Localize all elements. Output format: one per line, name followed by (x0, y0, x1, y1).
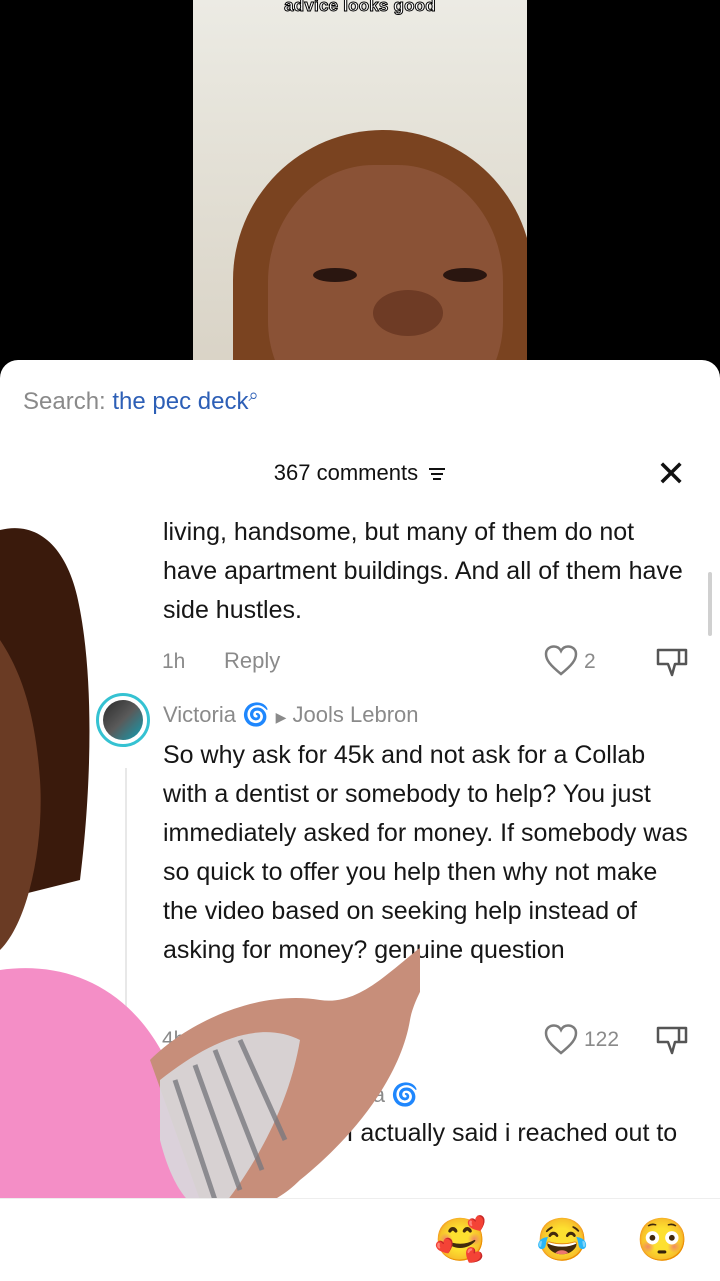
comments-count: 367 comments (273, 460, 419, 485)
video-frame: advice looks good (193, 0, 527, 370)
search-prefix: Search: (23, 388, 106, 415)
comment-author[interactable]: Jools Lebron (163, 1082, 289, 1107)
reply-arrow-icon: ▶ (275, 709, 287, 725)
video-player[interactable]: advice looks good (0, 0, 720, 370)
emoji-reaction-bar: 🥰 😂 😳 (0, 1198, 720, 1281)
comments-count-header[interactable]: 367 comments (0, 460, 720, 486)
emoji-button[interactable]: 🥰 (434, 1217, 486, 1263)
emoji-button[interactable]: 😂 (536, 1217, 588, 1263)
scrollbar[interactable] (708, 572, 712, 636)
close-icon[interactable]: ✕ (656, 456, 686, 492)
video-person-nose (373, 290, 443, 336)
video-person-eye (313, 268, 357, 282)
dislike-icon[interactable] (655, 1024, 689, 1056)
swirl-badge-icon: 🌀 (242, 702, 270, 727)
heart-icon[interactable] (544, 645, 578, 677)
comment-author[interactable]: Victoria (163, 702, 236, 727)
video-person-eye (443, 268, 487, 282)
search-term[interactable]: the pec deck (112, 388, 248, 415)
thread-line (125, 768, 127, 1068)
reply-to-name[interactable]: Victoria (312, 1082, 385, 1107)
heart-icon[interactable] (544, 1024, 578, 1056)
sort-icon[interactable] (428, 466, 446, 482)
comment-time: 1h (162, 650, 186, 673)
avatar[interactable] (96, 693, 150, 747)
comment-time: 4h (162, 1028, 186, 1051)
reply-arrow-icon: ▶ (295, 1089, 306, 1105)
reply-button[interactable]: Reply (224, 1026, 280, 1052)
comment-text: So why ask for 45k and not ask for a Col… (163, 741, 688, 964)
emoji-button[interactable]: 😳 (636, 1217, 688, 1263)
comment-author-line[interactable]: Jools Lebron ▶ Victoria 🌀 (163, 1082, 419, 1108)
reply-to-name[interactable]: Jools Lebron (293, 702, 419, 727)
dislike-icon[interactable] (655, 646, 689, 678)
search-icon: ⌕ (248, 385, 259, 405)
comment-text: an assumption? I actually said i reached… (163, 1119, 678, 1186)
comment-text: living, handsome, but many of them do no… (163, 518, 683, 624)
swirl-badge-icon: 🌀 (391, 1082, 419, 1107)
like-count: 2 (584, 650, 596, 673)
like-count: 122 (584, 1028, 620, 1051)
video-caption: advice looks good (284, 0, 437, 16)
search-suggestion[interactable]: Search: the pec deck⌕ (23, 385, 259, 416)
comment-author-line[interactable]: Victoria 🌀 ▶ Jools Lebron (163, 702, 419, 728)
reply-button[interactable]: Reply (224, 648, 280, 674)
